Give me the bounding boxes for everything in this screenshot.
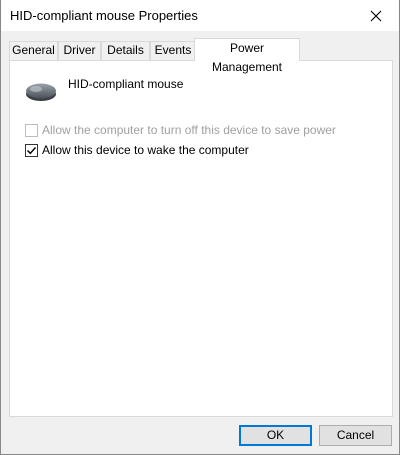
checkmark-icon [27, 146, 37, 154]
tab-power-management[interactable]: Power Management [194, 38, 300, 74]
ok-label: OK [266, 428, 285, 442]
tab-strip: General Driver Details Events Power Mana… [9, 38, 393, 74]
tab-details[interactable]: Details [101, 41, 150, 60]
wake-label: Allow this device to wake the computer [42, 143, 249, 157]
close-icon [370, 10, 382, 21]
tab-events[interactable]: Events [150, 41, 196, 60]
wake-option[interactable]: Allow this device to wake the computer [25, 143, 249, 157]
cancel-label: Cancel [336, 428, 375, 442]
device-name: HID-compliant mouse [68, 77, 184, 91]
properties-dialog: HID-compliant mouse Properties General D… [0, 0, 400, 455]
tab-label: Driver [63, 43, 96, 57]
tab-label: Events [154, 43, 192, 57]
tab-driver[interactable]: Driver [58, 41, 101, 60]
turn-off-checkbox[interactable] [25, 123, 38, 137]
mouse-icon [26, 83, 56, 101]
turn-off-option: Allow the computer to turn off this devi… [25, 123, 336, 137]
wake-checkbox[interactable] [25, 143, 38, 157]
tab-label: Power Management [211, 41, 283, 74]
tab-label: General [12, 43, 55, 57]
tab-general[interactable]: General [9, 41, 58, 60]
close-button[interactable] [353, 0, 399, 31]
window-title: HID-compliant mouse Properties [10, 8, 198, 23]
power-management-panel: HID-compliant mouse Allow the computer t… [9, 60, 393, 417]
title-bar: HID-compliant mouse Properties [1, 0, 399, 31]
cancel-button[interactable]: Cancel [319, 425, 392, 446]
turn-off-label: Allow the computer to turn off this devi… [42, 123, 336, 137]
tab-label: Details [107, 43, 144, 57]
ok-button[interactable]: OK [239, 425, 312, 446]
